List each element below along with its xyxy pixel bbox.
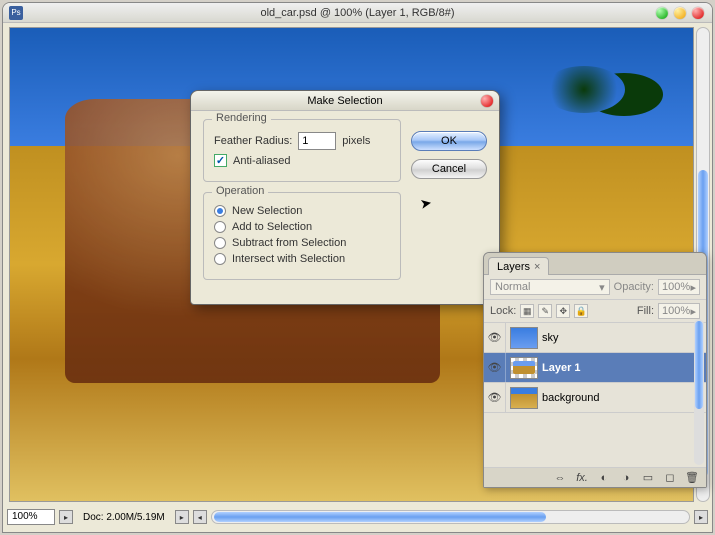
anti-aliased-label: Anti-aliased xyxy=(233,155,290,167)
new-layer-icon[interactable]: ◻ xyxy=(662,471,678,485)
dialog-title: Make Selection xyxy=(307,95,382,107)
radio-sub-label: Subtract from Selection xyxy=(232,237,346,249)
layers-panel: Layers × Normal ▾ Opacity: 100%▸ Lock: ▦ ✎… xyxy=(483,252,707,488)
visibility-toggle[interactable]: 👁 xyxy=(484,353,506,382)
visibility-toggle[interactable]: 👁 xyxy=(484,383,506,412)
layers-tab[interactable]: Layers × xyxy=(488,257,549,275)
layer-thumbnail xyxy=(510,327,538,349)
radio-int-label: Intersect with Selection xyxy=(232,253,345,265)
app-icon: Ps xyxy=(9,6,23,20)
cursor-icon: ➤ xyxy=(419,194,434,213)
zoom-input[interactable]: 100% xyxy=(7,509,55,525)
radio-intersect-selection[interactable] xyxy=(214,253,226,265)
opacity-input[interactable]: 100%▸ xyxy=(658,279,700,295)
lock-paint-icon[interactable]: ✎ xyxy=(538,304,552,318)
fx-icon[interactable]: fx. xyxy=(574,471,590,485)
layer-thumbnail xyxy=(510,387,538,409)
opacity-value: 100% xyxy=(662,281,690,293)
minimize-button[interactable] xyxy=(656,7,668,19)
status-menu-icon[interactable]: ▸ xyxy=(59,510,73,524)
layer-thumbnail xyxy=(510,357,538,379)
radio-add-selection[interactable] xyxy=(214,221,226,233)
dialog-close-button[interactable] xyxy=(481,95,493,107)
layer-name: Layer 1 xyxy=(542,362,581,374)
lock-all-icon[interactable]: 🔒 xyxy=(574,304,588,318)
layer-row-sky[interactable]: 👁 sky xyxy=(484,323,706,353)
chevron-icon: ▸ xyxy=(690,305,696,318)
panel-tab-bar: Layers × xyxy=(484,253,706,275)
operation-group: Operation New Selection Add to Selection… xyxy=(203,192,401,280)
trash-icon[interactable]: 🗑 xyxy=(684,471,700,485)
status-bar: 100% ▸ Doc: 2.00M/5.19M ▸ ◂ ▸ xyxy=(7,506,708,528)
operation-legend: Operation xyxy=(212,185,268,197)
lock-transparency-icon[interactable]: ▦ xyxy=(520,304,534,318)
layers-footer: ⇔ fx. ◐ ◑ ▭ ◻ 🗑 xyxy=(484,467,706,487)
layers-list: 👁 sky 👁 Layer 1 👁 background xyxy=(484,323,706,467)
dropdown-icon: ▾ xyxy=(599,281,605,294)
fill-value: 100% xyxy=(662,305,690,317)
chevron-icon: ▸ xyxy=(690,281,696,294)
layer-name: background xyxy=(542,392,600,404)
window-title: old_car.psd @ 100% (Layer 1, RGB/8#) xyxy=(261,7,455,19)
layer-name: sky xyxy=(542,332,559,344)
titlebar: Ps old_car.psd @ 100% (Layer 1, RGB/8#) xyxy=(3,3,712,23)
adjustment-icon[interactable]: ◑ xyxy=(618,471,634,485)
horizontal-scrollbar[interactable] xyxy=(211,510,690,524)
layers-tab-label: Layers xyxy=(497,261,530,273)
lock-label: Lock: xyxy=(490,305,516,317)
ok-button[interactable]: OK xyxy=(411,131,487,151)
blend-mode-dropdown[interactable]: Normal ▾ xyxy=(490,279,610,295)
rendering-group: Rendering Feather Radius: pixels ✓ Anti-… xyxy=(203,119,401,182)
feather-unit: pixels xyxy=(342,135,370,147)
dialog-titlebar: Make Selection xyxy=(191,91,499,111)
opacity-label: Opacity: xyxy=(614,281,654,293)
window-controls xyxy=(656,7,704,19)
tab-close-icon[interactable]: × xyxy=(534,261,540,273)
cancel-button[interactable]: Cancel xyxy=(411,159,487,179)
visibility-toggle[interactable]: 👁 xyxy=(484,323,506,352)
lock-position-icon[interactable]: ✥ xyxy=(556,304,570,318)
radio-new-selection[interactable] xyxy=(214,205,226,217)
radio-new-label: New Selection xyxy=(232,205,302,217)
rendering-legend: Rendering xyxy=(212,112,271,124)
hscroll-right-icon[interactable]: ▸ xyxy=(694,510,708,524)
link-layers-icon[interactable]: ⇔ xyxy=(552,471,568,485)
radio-add-label: Add to Selection xyxy=(232,221,312,233)
blend-mode-value: Normal xyxy=(495,281,530,293)
zoom-button[interactable] xyxy=(674,7,686,19)
layer-row-background[interactable]: 👁 background xyxy=(484,383,706,413)
horizontal-scroll-thumb[interactable] xyxy=(214,512,546,522)
doc-info: Doc: 2.00M/5.19M xyxy=(77,512,171,523)
layer-row-layer1[interactable]: 👁 Layer 1 xyxy=(484,353,706,383)
fill-input[interactable]: 100%▸ xyxy=(658,303,700,319)
hscroll-left-icon[interactable]: ◂ xyxy=(193,510,207,524)
close-button[interactable] xyxy=(692,7,704,19)
mask-icon[interactable]: ◐ xyxy=(596,471,612,485)
panel-scrollbar[interactable] xyxy=(694,319,704,465)
make-selection-dialog: Make Selection Rendering Feather Radius:… xyxy=(190,90,500,305)
folder-icon[interactable]: ▭ xyxy=(640,471,656,485)
doc-info-menu[interactable]: ▸ xyxy=(175,510,189,524)
fill-label: Fill: xyxy=(637,305,654,317)
feather-radius-input[interactable] xyxy=(298,132,336,150)
feather-label: Feather Radius: xyxy=(214,135,292,147)
anti-aliased-checkbox[interactable]: ✓ xyxy=(214,154,227,167)
layers-controls-row1: Normal ▾ Opacity: 100%▸ xyxy=(484,275,706,300)
radio-subtract-selection[interactable] xyxy=(214,237,226,249)
layers-controls-row2: Lock: ▦ ✎ ✥ 🔒 Fill: 100%▸ xyxy=(484,300,706,323)
